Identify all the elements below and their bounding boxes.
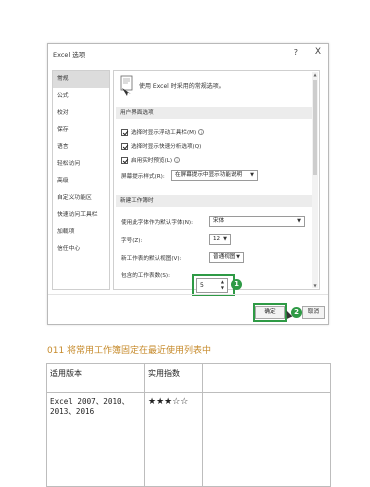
sheet-count-spinner[interactable]: 5 ▲ ▼	[196, 278, 228, 293]
sidebar-item-formulas[interactable]: 公式	[53, 88, 109, 105]
cell-versions: Excel 2007、2010、2013、2016	[46, 392, 145, 487]
scroll-up-icon[interactable]: ▲	[312, 72, 318, 77]
step-1-badge: 1	[231, 279, 242, 290]
chevron-down-icon: ▼	[223, 236, 227, 242]
intro-text: 使用 Excel 时采用的常规选项。	[139, 83, 225, 90]
default-font-select[interactable]: 宋体 ▼	[209, 216, 305, 227]
default-view-value: 普通视图	[213, 254, 236, 260]
default-view-label: 新工作表的默认视图(V):	[121, 256, 182, 262]
live-preview-checkbox[interactable]	[121, 156, 128, 164]
general-options-icon	[120, 75, 133, 96]
help-icon[interactable]: ?	[294, 48, 298, 57]
options-sidebar: 常规 公式 校对 保存 语言 轻松访问 高级 自定义功能区 快速访问工具栏 加载…	[52, 70, 110, 290]
content-scrollbar[interactable]: ▲ ▼	[312, 72, 318, 288]
section-caption: 011 将常用工作簿固定在最近使用列表中	[47, 346, 212, 356]
scroll-down-icon[interactable]: ▼	[312, 283, 318, 288]
sidebar-item-quick-access-toolbar[interactable]: 快速访问工具栏	[53, 207, 109, 224]
default-font-label: 使用此字体作为默认字体(N):	[121, 220, 193, 226]
sidebar-item-save[interactable]: 保存	[53, 122, 109, 139]
sidebar-item-language[interactable]: 语言	[53, 139, 109, 156]
header-extra	[202, 363, 331, 393]
dialog-titlebar: Excel 选项 ? X	[48, 44, 328, 64]
header-versions: 适用版本	[46, 363, 145, 393]
cell-rating: ★★★☆☆	[144, 392, 203, 487]
header-rating: 实用指数	[144, 363, 203, 393]
font-size-value: 12	[213, 236, 221, 242]
sidebar-item-advanced[interactable]: 高级	[53, 173, 109, 190]
chevron-down-icon: ▼	[236, 254, 240, 260]
quick-analysis-label: 选择时显示快速分析选项(Q)	[131, 144, 202, 150]
sidebar-item-general[interactable]: 常规	[53, 71, 109, 88]
font-size-label: 字号(Z):	[121, 238, 143, 244]
default-font-value: 宋体	[213, 218, 225, 224]
cancel-button[interactable]: 取消	[302, 306, 325, 319]
info-table: 适用版本 实用指数 Excel 2007、2010、2013、2016 ★★★☆…	[46, 363, 331, 487]
quick-analysis-option[interactable]: 选择时显示快速分析选项(Q)	[121, 142, 201, 150]
font-size-select[interactable]: 12 ▼	[209, 234, 231, 245]
step-2-badge: 2	[291, 307, 302, 318]
screentip-style-select[interactable]: 在屏幕提示中显示功能说明 ▼	[171, 170, 258, 181]
live-preview-option[interactable]: 启用实时预览(L) i	[121, 156, 181, 164]
table-row: Excel 2007、2010、2013、2016 ★★★☆☆	[46, 392, 331, 487]
ok-button[interactable]: 确定	[255, 306, 285, 319]
sidebar-item-customize-ribbon[interactable]: 自定义功能区	[53, 190, 109, 207]
footer-divider	[48, 294, 328, 295]
new-workbook-header: 新建工作簿时	[116, 195, 313, 207]
info-icon: i	[198, 129, 205, 135]
default-view-select[interactable]: 普通视图 ▼	[209, 252, 244, 263]
sheet-count-value: 5	[200, 282, 204, 289]
sidebar-item-proofing[interactable]: 校对	[53, 105, 109, 122]
dialog-title: Excel 选项	[53, 51, 86, 59]
spinner-arrows-icon[interactable]: ▲ ▼	[221, 279, 224, 291]
close-icon[interactable]: X	[315, 47, 321, 57]
chevron-down-icon: ▼	[297, 218, 301, 224]
table-row: 适用版本 实用指数	[46, 363, 331, 393]
scroll-thumb[interactable]	[313, 80, 317, 175]
info-icon: i	[174, 157, 181, 163]
sidebar-item-accessibility[interactable]: 轻松访问	[53, 156, 109, 173]
ui-options-header: 用户界面选项	[116, 107, 313, 119]
cell-extra	[202, 392, 331, 487]
screentip-style-value: 在屏幕提示中显示功能说明	[175, 172, 243, 178]
floating-toolbar-label: 选择时显示浮动工具栏(M)	[131, 130, 197, 136]
options-content-panel: 使用 Excel 时采用的常规选项。 用户界面选项 选择时显示浮动工具栏(M) …	[113, 70, 320, 290]
live-preview-label: 启用实时预览(L)	[131, 158, 173, 164]
floating-toolbar-option[interactable]: 选择时显示浮动工具栏(M) i	[121, 128, 205, 136]
floating-toolbar-checkbox[interactable]	[121, 128, 128, 136]
quick-analysis-checkbox[interactable]	[121, 142, 128, 150]
sidebar-item-trust-center[interactable]: 信任中心	[53, 241, 109, 258]
excel-options-dialog: Excel 选项 ? X 常规 公式 校对 保存 语言 轻松访问 高级 自定义功…	[47, 43, 329, 325]
sidebar-item-addins[interactable]: 加载项	[53, 224, 109, 241]
screentip-style-label: 屏幕提示样式(R):	[121, 174, 165, 180]
sheet-count-label: 包含的工作表数(S):	[121, 273, 170, 279]
chevron-down-icon: ▼	[250, 172, 254, 178]
